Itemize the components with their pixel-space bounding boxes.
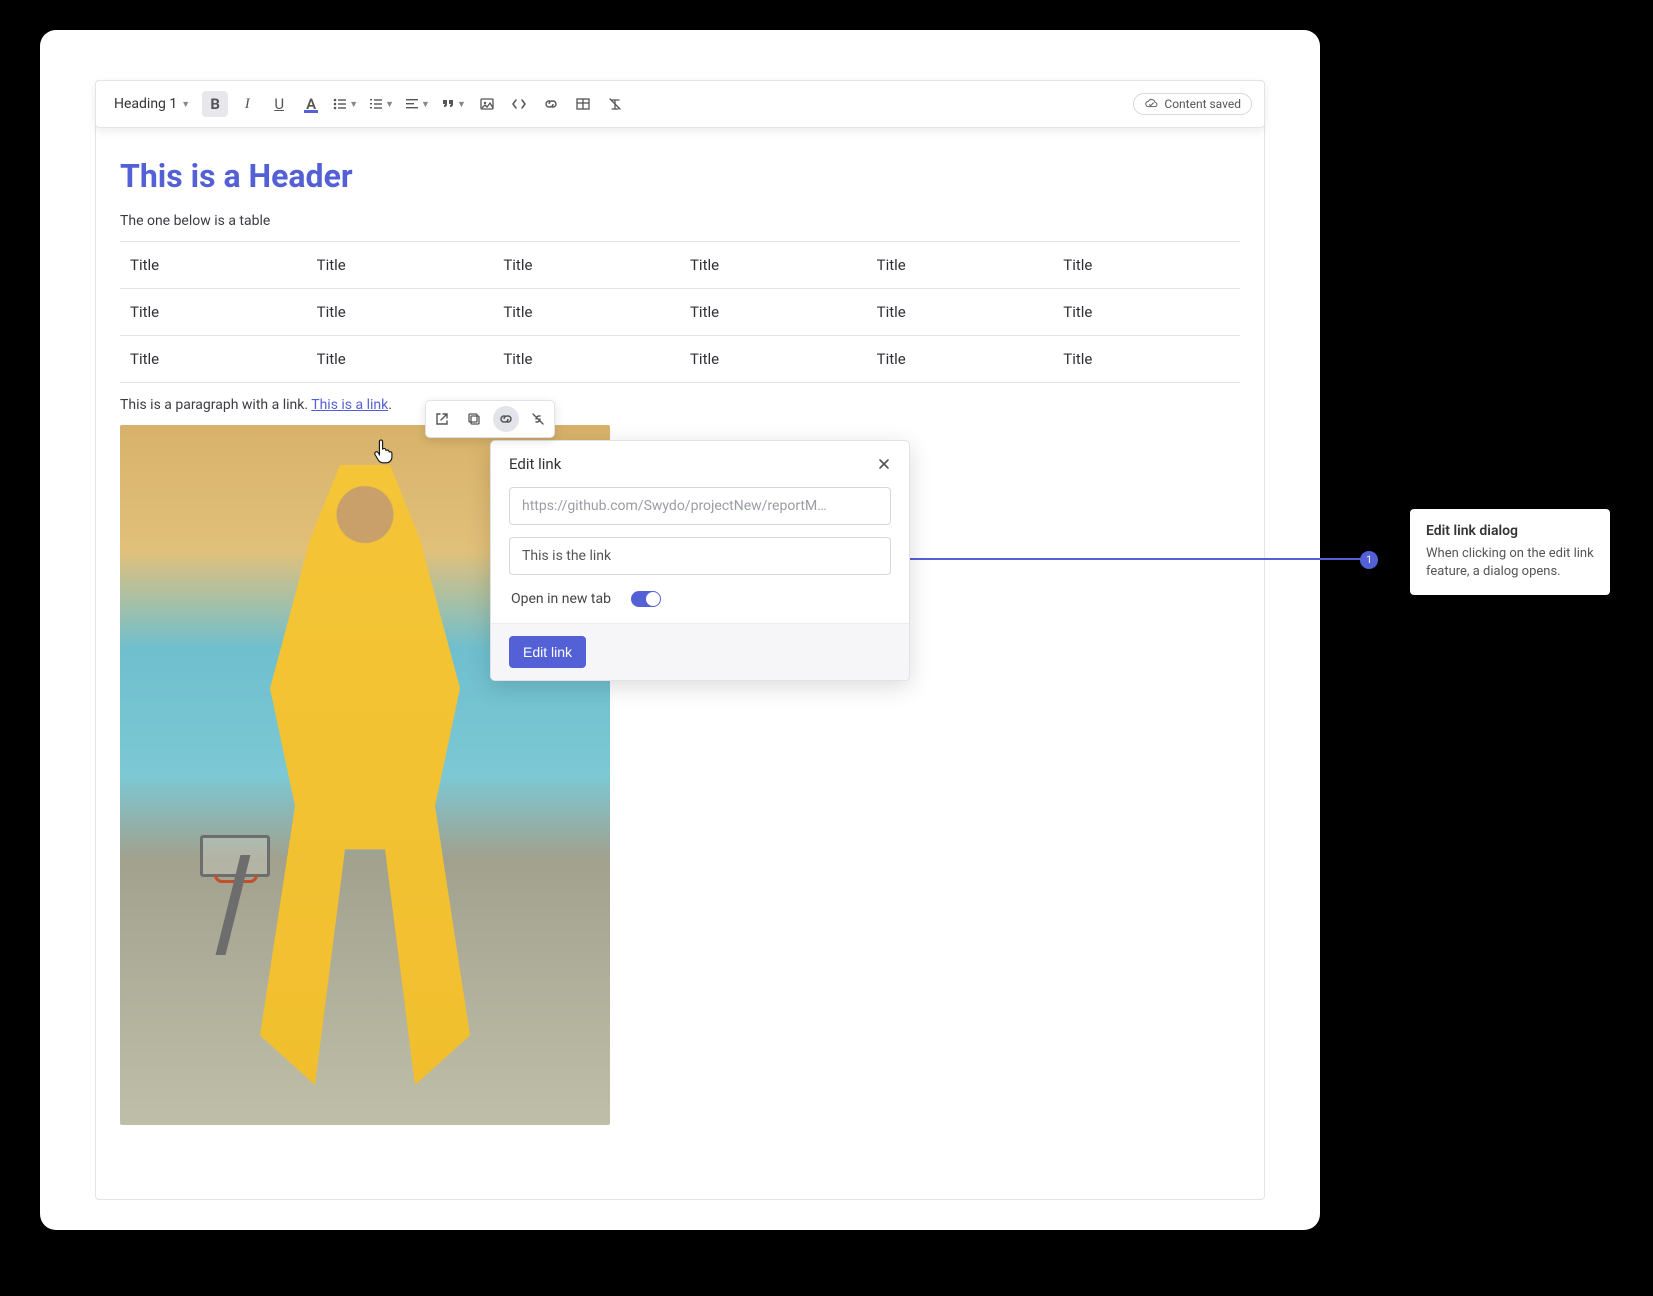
open-new-tab-label: Open in new tab bbox=[511, 591, 611, 607]
heading-select-label: Heading 1 bbox=[114, 96, 177, 112]
chevron-down-icon: ▼ bbox=[421, 99, 430, 110]
chevron-down-icon: ▼ bbox=[181, 99, 190, 110]
table-icon bbox=[575, 96, 591, 112]
align-icon bbox=[404, 96, 420, 112]
link-url-input[interactable]: https://github.com/Swydo/projectNew/repo… bbox=[509, 487, 891, 525]
dialog-title: Edit link bbox=[509, 455, 561, 473]
table-cell[interactable]: Title bbox=[1053, 242, 1240, 289]
table-row[interactable]: TitleTitleTitleTitleTitleTitle bbox=[120, 289, 1240, 336]
link-text-input[interactable]: This is the link bbox=[509, 537, 891, 575]
italic-button[interactable]: I bbox=[234, 91, 260, 117]
close-button[interactable] bbox=[877, 457, 891, 471]
table-cell[interactable]: Title bbox=[1053, 336, 1240, 383]
bullet-list-icon bbox=[332, 96, 348, 112]
open-link-button[interactable] bbox=[429, 406, 455, 432]
annotation-body: When clicking on the edit link feature, … bbox=[1426, 545, 1594, 581]
table-cell[interactable]: Title bbox=[307, 242, 494, 289]
table-cell[interactable]: Title bbox=[680, 242, 867, 289]
sample-table[interactable]: TitleTitleTitleTitleTitleTitleTitleTitle… bbox=[120, 241, 1240, 383]
unlink-button[interactable] bbox=[525, 406, 551, 432]
content-saved-badge: Content saved bbox=[1133, 93, 1252, 115]
table-row[interactable]: TitleTitleTitleTitleTitleTitle bbox=[120, 336, 1240, 383]
edit-link-submit-button[interactable]: Edit link bbox=[509, 636, 586, 668]
image-icon bbox=[479, 96, 495, 112]
link-icon bbox=[498, 411, 514, 427]
table-cell[interactable]: Title bbox=[867, 336, 1054, 383]
open-new-tab-toggle[interactable] bbox=[631, 591, 661, 607]
page-title[interactable]: This is a Header bbox=[120, 157, 1240, 195]
table-cell[interactable]: Title bbox=[680, 336, 867, 383]
chevron-down-icon: ▼ bbox=[457, 99, 466, 110]
ordered-list-icon bbox=[368, 96, 384, 112]
table-cell[interactable]: Title bbox=[867, 242, 1054, 289]
heading-select[interactable]: Heading 1 ▼ bbox=[108, 92, 196, 116]
copy-link-button[interactable] bbox=[461, 406, 487, 432]
bullet-list-button[interactable]: ▼ bbox=[330, 96, 360, 112]
table-cell[interactable]: Title bbox=[493, 242, 680, 289]
annotation-note: Edit link dialog When clicking on the ed… bbox=[1410, 509, 1610, 595]
clear-format-icon bbox=[607, 96, 623, 112]
text-color-button[interactable]: A bbox=[298, 91, 324, 117]
clear-format-button[interactable] bbox=[602, 91, 628, 117]
close-icon bbox=[877, 457, 891, 471]
basketball-hoop-graphic bbox=[190, 825, 280, 955]
paragraph-with-link[interactable]: This is a paragraph with a link. This is… bbox=[120, 397, 1240, 413]
underline-button[interactable]: U bbox=[266, 91, 292, 117]
table-cell[interactable]: Title bbox=[120, 289, 307, 336]
table-button[interactable] bbox=[570, 91, 596, 117]
table-cell[interactable]: Title bbox=[493, 289, 680, 336]
table-cell[interactable]: Title bbox=[120, 242, 307, 289]
link-context-toolbar bbox=[425, 400, 555, 438]
link-icon bbox=[543, 96, 559, 112]
code-button[interactable] bbox=[506, 91, 532, 117]
paragraph-suffix: . bbox=[388, 397, 392, 413]
table-row[interactable]: TitleTitleTitleTitleTitleTitle bbox=[120, 242, 1240, 289]
code-icon bbox=[511, 96, 527, 112]
ordered-list-button[interactable]: ▼ bbox=[366, 96, 396, 112]
editor-toolbar: Heading 1 ▼ B I U A ▼ ▼ ▼ ▼ bbox=[95, 80, 1265, 128]
open-external-icon bbox=[434, 411, 450, 427]
unlink-icon bbox=[530, 411, 546, 427]
quote-button[interactable]: ▼ bbox=[438, 97, 468, 111]
chevron-down-icon: ▼ bbox=[385, 99, 394, 110]
edit-link-button[interactable] bbox=[493, 406, 519, 432]
quote-icon bbox=[440, 97, 456, 111]
edit-link-dialog: Edit link https://github.com/Swydo/proje… bbox=[490, 440, 910, 681]
table-caption[interactable]: The one below is a table bbox=[120, 213, 1240, 229]
paragraph-prefix: This is a paragraph with a link. bbox=[120, 397, 311, 413]
annotation-leader-line bbox=[870, 558, 1370, 560]
align-button[interactable]: ▼ bbox=[402, 96, 432, 112]
pointer-cursor-icon bbox=[373, 438, 395, 462]
table-cell[interactable]: Title bbox=[680, 289, 867, 336]
annotation-title: Edit link dialog bbox=[1426, 523, 1594, 539]
content-saved-label: Content saved bbox=[1164, 97, 1241, 111]
chevron-down-icon: ▼ bbox=[349, 99, 358, 110]
link-button[interactable] bbox=[538, 91, 564, 117]
annotation-marker: 1 bbox=[1360, 551, 1378, 569]
copy-icon bbox=[466, 411, 482, 427]
table-cell[interactable]: Title bbox=[867, 289, 1054, 336]
table-cell[interactable]: Title bbox=[307, 289, 494, 336]
sample-link[interactable]: This is a link bbox=[311, 397, 388, 413]
table-cell[interactable]: Title bbox=[120, 336, 307, 383]
app-frame: Heading 1 ▼ B I U A ▼ ▼ ▼ ▼ bbox=[40, 30, 1320, 1230]
table-cell[interactable]: Title bbox=[1053, 289, 1240, 336]
table-cell[interactable]: Title bbox=[307, 336, 494, 383]
cloud-check-icon bbox=[1144, 97, 1158, 111]
image-button[interactable] bbox=[474, 91, 500, 117]
bold-button[interactable]: B bbox=[202, 91, 228, 117]
table-cell[interactable]: Title bbox=[493, 336, 680, 383]
